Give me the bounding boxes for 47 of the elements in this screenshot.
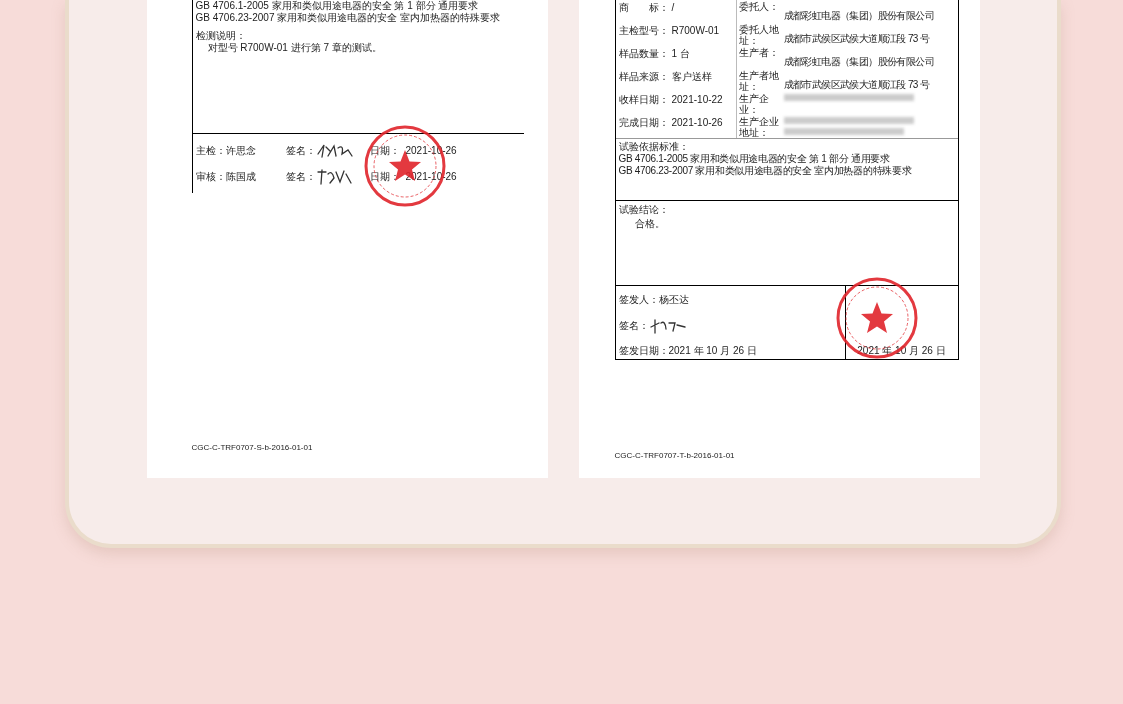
role-label: 审核： (195, 170, 226, 183)
standard-line: GB 4706.1-2005 家用和类似用途电器的安全 第 1 部分 通用要求 (618, 153, 891, 165)
sign-label: 签名： (285, 144, 316, 157)
field-value: 成都市武侯区武侯大道顺江段 73 号 (783, 79, 930, 90)
form-code: CGC-C-TRF0707-T-b-2016-01-01 (614, 450, 736, 462)
sign-label: 签名： (285, 170, 316, 183)
field-value: 2021-10-26 (671, 116, 724, 129)
field-label: 生产者地址： (737, 69, 780, 92)
person-name: 许思念 (225, 144, 257, 157)
field-label: 样品数量： (617, 47, 670, 60)
notes-text: 对型号 R700W-01 进行第 7 章的测试。 (206, 42, 383, 54)
field-label: 生产企业地址： (737, 115, 780, 138)
person-name: 陈国成 (225, 170, 257, 183)
form-code: CGC-C-TRF0707-S-b-2016-01-01 (191, 442, 314, 454)
field-label: 委托人： (737, 0, 780, 12)
issue-date-label: 签发日期： (618, 345, 669, 357)
field-value: 1 台 (671, 47, 691, 60)
field-value: 成都彩虹电器（集团）股份有限公司 (783, 10, 934, 21)
standard-line: GB 4706.1-2005 家用和类似用途电器的安全 第 1 部分 通用要求 (195, 0, 480, 12)
conclusion-label: 试验结论： (618, 204, 670, 216)
signature-drawing (315, 167, 354, 186)
sign-label: 签名： (618, 319, 649, 332)
issue-date: 2021 年 10 月 26 日 (668, 345, 757, 357)
field-label: 样品来源： (617, 70, 670, 83)
standard-line: GB 4706.23-2007 家用和类似用途电器的安全 室内加热器的特殊要求 (618, 165, 913, 177)
field-label: 生产企业： (737, 92, 770, 115)
notes-label: 检测说明： (195, 30, 247, 42)
standard-line: GB 4706.23-2007 家用和类似用途电器的安全 室内加热器的特殊要求 (195, 12, 501, 24)
field-value: 客户送样 (671, 70, 713, 83)
role-label: 主检： (195, 144, 226, 157)
field-label: 主检型号： (617, 24, 670, 37)
field-value: 成都市武侯区武侯大道顺江段 73 号 (783, 33, 930, 44)
field-value: 成都彩虹电器（集团）股份有限公司 (783, 56, 934, 67)
conclusion-text: 合格。 (633, 218, 666, 230)
field-label: 完成日期： (617, 116, 670, 129)
standards-label: 试验依据标准： (618, 141, 690, 153)
date-label: 日期： (369, 144, 400, 157)
field-label: 生产者： (737, 46, 780, 58)
field-value: 2021-10-22 (671, 93, 724, 106)
field-value: / (671, 1, 676, 14)
field-value: R700W-01 (671, 24, 721, 37)
field-label: 商 标： (617, 1, 670, 14)
field-label: 委托人地址： (737, 23, 780, 46)
field-label: 收样日期： (617, 93, 670, 106)
issuer-label: 签发人： (618, 294, 659, 306)
date-label: 日期： (369, 170, 400, 183)
issuer-name: 杨丕达 (658, 294, 689, 306)
